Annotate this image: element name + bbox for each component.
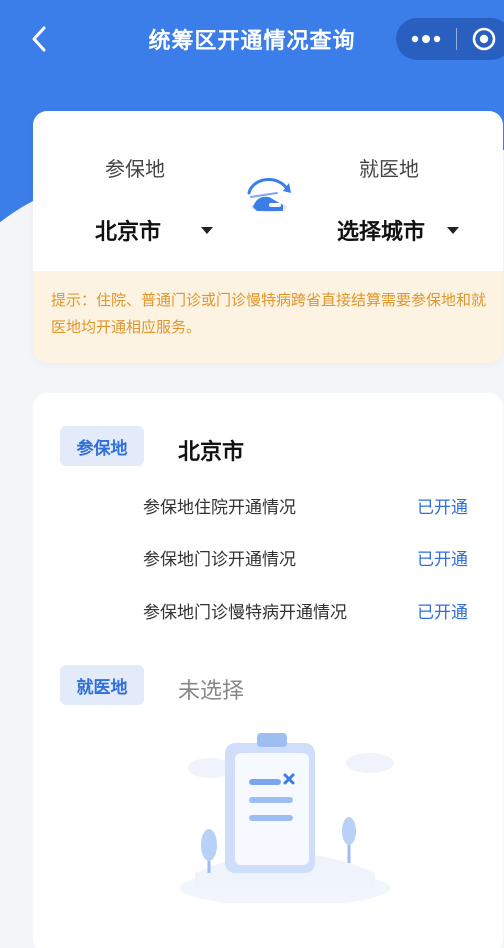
location-selector-card: 参保地 就医地 北京市 选择城市 提示：住院、普通门诊或门诊慢特病跨省直接结算需… xyxy=(33,111,503,363)
status-row-label: 参保地住院开通情况 xyxy=(143,498,296,518)
result-card: 参保地 北京市 参保地住院开通情况 已开通 参保地门诊开通情况 已开通 参保地门… xyxy=(33,393,503,948)
medical-city-selector[interactable]: 选择城市 xyxy=(337,214,460,246)
swap-location-icon[interactable] xyxy=(243,173,295,219)
insured-city-selector[interactable]: 北京市 xyxy=(95,214,214,246)
dropdown-caret-icon xyxy=(447,226,460,234)
target-circle-icon xyxy=(472,27,496,51)
medical-city-value: 选择城市 xyxy=(337,220,426,245)
more-button[interactable] xyxy=(396,35,456,43)
close-button[interactable] xyxy=(457,27,504,51)
more-dots-icon xyxy=(411,35,441,43)
dropdown-caret-icon xyxy=(201,226,214,234)
status-row-label: 参保地门诊慢特病开通情况 xyxy=(143,603,347,623)
insured-city-name: 北京市 xyxy=(178,440,245,465)
chevron-left-icon xyxy=(32,26,46,52)
status-row-label: 参保地门诊开通情况 xyxy=(143,550,296,570)
insured-location-label: 参保地 xyxy=(105,157,165,181)
clipboard-empty-icon xyxy=(180,733,394,903)
insured-city-value: 北京市 xyxy=(95,220,162,245)
medical-tag: 就医地 xyxy=(60,665,144,705)
status-value: 已开通 xyxy=(417,550,468,570)
nav-bar: 统筹区开通情况查询 xyxy=(0,0,504,80)
status-value: 已开通 xyxy=(417,498,468,518)
page-title: 统筹区开通情况查询 xyxy=(148,29,356,54)
medical-city-name: 未选择 xyxy=(178,679,245,704)
back-button[interactable] xyxy=(22,22,56,56)
medical-location-label: 就医地 xyxy=(359,157,419,181)
status-value: 已开通 xyxy=(417,603,468,623)
mini-program-capsule xyxy=(396,18,504,60)
settlement-tip: 提示：住院、普通门诊或门诊慢特病跨省直接结算需要参保地和就医地均开通相应服务。 xyxy=(33,271,503,363)
insured-tag: 参保地 xyxy=(60,426,144,466)
